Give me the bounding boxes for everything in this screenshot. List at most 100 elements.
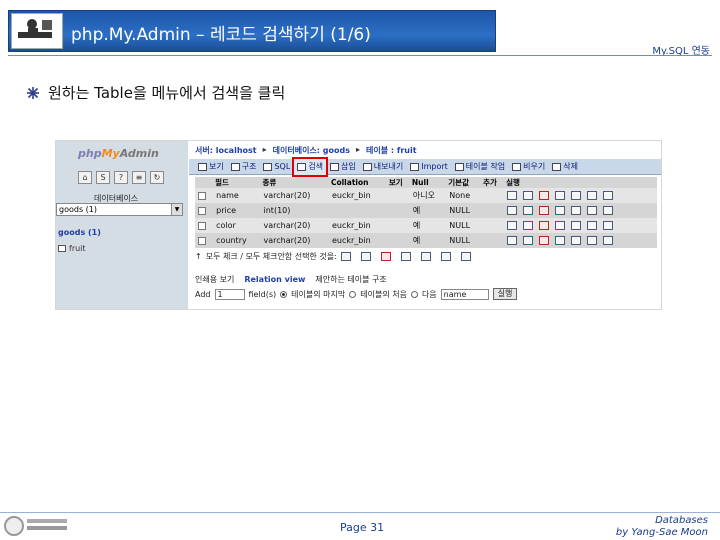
- index-icon[interactable]: [571, 206, 582, 215]
- delete-icon[interactable]: [539, 221, 550, 230]
- primary-key-icon[interactable]: [555, 221, 566, 230]
- edit-icon[interactable]: [523, 236, 534, 245]
- primary-key-icon[interactable]: [555, 236, 566, 245]
- snowflake-bullet-icon: [27, 86, 39, 99]
- tab-import[interactable]: Import: [407, 159, 451, 175]
- column-header[interactable]: Collation: [328, 177, 387, 188]
- browse-icon[interactable]: [340, 252, 351, 261]
- browse-icon[interactable]: [507, 236, 518, 245]
- column-header[interactable]: 기본값: [446, 177, 482, 188]
- breadcrumb-database[interactable]: 데이터베이스: goods: [273, 145, 350, 156]
- edit-icon[interactable]: [523, 221, 534, 230]
- query-icon[interactable]: ?: [114, 171, 128, 184]
- after-field-select[interactable]: name: [440, 288, 489, 300]
- at-begin-label: 테이블의 처음: [360, 289, 407, 299]
- unique-icon[interactable]: [587, 206, 598, 215]
- field-type: varchar(20): [260, 188, 329, 203]
- select-column-header: [195, 177, 214, 188]
- column-header[interactable]: 추가: [481, 177, 505, 188]
- unique-icon[interactable]: [587, 236, 598, 245]
- edit-icon[interactable]: [523, 206, 534, 215]
- breadcrumb-table[interactable]: 테이블 : fruit: [366, 145, 417, 156]
- row-checkbox[interactable]: [198, 191, 206, 200]
- tab-structure[interactable]: 구조: [228, 159, 260, 175]
- edit-icon[interactable]: [360, 252, 371, 261]
- after-radio[interactable]: [410, 290, 418, 298]
- unique-icon[interactable]: [587, 191, 598, 200]
- column-header[interactable]: 실행: [504, 177, 657, 188]
- row-actions: [504, 233, 657, 248]
- row-checkbox[interactable]: [198, 236, 206, 245]
- tab-operations[interactable]: 테이블 작업: [452, 159, 508, 175]
- chevron-down-icon[interactable]: ▼: [171, 204, 182, 215]
- database-link[interactable]: goods (1): [58, 228, 101, 237]
- propose-structure-link[interactable]: 제안하는 테이블 구조: [315, 274, 386, 285]
- at-end-radio[interactable]: [280, 290, 288, 298]
- nav-icon-row: ⌂ S ? ≡ ↻: [78, 171, 164, 184]
- field-attribute: [386, 233, 410, 248]
- field-extra: [481, 218, 505, 233]
- field-count-input[interactable]: 1: [214, 288, 245, 300]
- field-collation: [328, 203, 387, 218]
- go-button[interactable]: 실행: [492, 288, 518, 300]
- home-icon[interactable]: ⌂: [78, 171, 92, 184]
- field-default: NULL: [446, 233, 482, 248]
- fulltext-icon[interactable]: [603, 206, 614, 215]
- fulltext-icon[interactable]: [603, 236, 614, 245]
- fulltext-icon[interactable]: [603, 221, 614, 230]
- index-icon[interactable]: [571, 221, 582, 230]
- table-header-row: 필드 종류 Collation 보기 Null 기본값 추가 실행: [195, 177, 657, 188]
- tab-browse[interactable]: 보기: [195, 159, 227, 175]
- check-all-link[interactable]: 모두 체크 / 모두 체크안함 선택한 것을:: [206, 251, 337, 262]
- browse-icon[interactable]: [507, 206, 518, 215]
- unique-icon[interactable]: [587, 221, 598, 230]
- print-view-link[interactable]: 인쇄용 보기: [195, 274, 234, 285]
- fulltext-icon[interactable]: [460, 252, 471, 261]
- tab-empty[interactable]: 비우기: [509, 159, 548, 175]
- at-begin-radio[interactable]: [349, 290, 357, 298]
- table-row: price int(10) 예 NULL: [195, 203, 657, 218]
- column-header[interactable]: 보기: [386, 177, 410, 188]
- phpmyadmin-logo[interactable]: phpMyAdmin: [78, 147, 159, 160]
- column-header[interactable]: 종류: [260, 177, 329, 188]
- database-select[interactable]: goods (1) ▼: [56, 203, 183, 216]
- delete-icon[interactable]: [380, 252, 391, 261]
- column-header[interactable]: 필드: [213, 177, 261, 188]
- selection-row: ↑ 모두 체크 / 모두 체크안함 선택한 것을:: [195, 251, 477, 262]
- tab-export[interactable]: 내보내기: [360, 159, 406, 175]
- arrow-up-icon: ↑: [195, 252, 202, 261]
- index-icon[interactable]: [571, 236, 582, 245]
- primary-key-icon[interactable]: [555, 191, 566, 200]
- field-attribute: [386, 203, 410, 218]
- row-checkbox[interactable]: [198, 221, 206, 230]
- row-actions: [504, 188, 657, 203]
- primary-key-icon[interactable]: [400, 252, 411, 261]
- tab-sql[interactable]: SQL: [260, 159, 293, 175]
- browse-icon[interactable]: [507, 221, 518, 230]
- breadcrumb-arrow-icon: ▸: [262, 145, 267, 154]
- sql-icon[interactable]: S: [96, 171, 110, 184]
- delete-icon[interactable]: [539, 236, 550, 245]
- column-header[interactable]: Null: [409, 177, 447, 188]
- tab-search[interactable]: 검색: [292, 157, 329, 177]
- index-icon[interactable]: [420, 252, 431, 261]
- unique-icon[interactable]: [440, 252, 451, 261]
- reload-icon[interactable]: ↻: [150, 171, 164, 184]
- primary-key-icon[interactable]: [555, 206, 566, 215]
- tab-insert[interactable]: 삽입: [327, 159, 359, 175]
- after-label: 다음: [421, 289, 437, 299]
- delete-icon[interactable]: [539, 191, 550, 200]
- docs-icon[interactable]: ≡: [132, 171, 146, 184]
- course-name: Databases: [655, 515, 708, 526]
- tab-drop[interactable]: 삭제: [549, 159, 581, 175]
- relation-view-link[interactable]: Relation view: [244, 275, 305, 284]
- browse-icon[interactable]: [507, 191, 518, 200]
- fulltext-icon[interactable]: [603, 191, 614, 200]
- table-link[interactable]: fruit: [58, 244, 86, 253]
- export-icon: [362, 163, 372, 171]
- delete-icon[interactable]: [539, 206, 550, 215]
- index-icon[interactable]: [571, 191, 582, 200]
- row-checkbox[interactable]: [198, 206, 206, 215]
- breadcrumb-server[interactable]: 서버: localhost: [195, 145, 257, 156]
- edit-icon[interactable]: [523, 191, 534, 200]
